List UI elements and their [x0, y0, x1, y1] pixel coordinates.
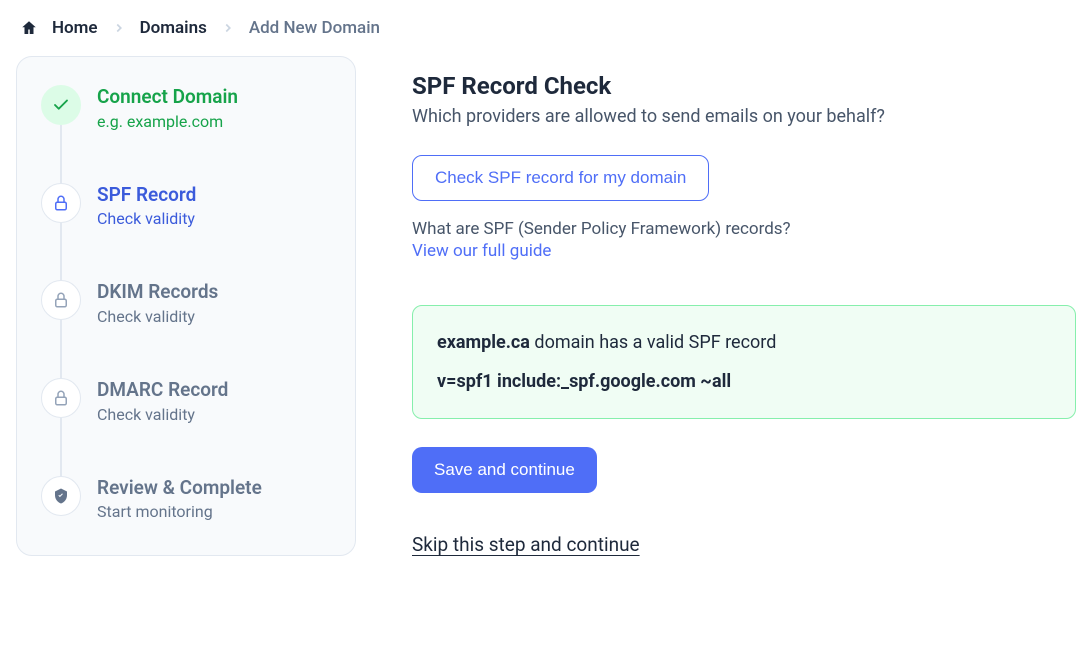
- step-connector: [60, 418, 62, 480]
- skip-step-link[interactable]: Skip this step and continue: [412, 533, 640, 556]
- step-subtitle: Check validity: [97, 209, 196, 228]
- stepper-sidebar: Connect Domain e.g. example.com SPF Reco…: [16, 56, 356, 556]
- breadcrumb-domains[interactable]: Domains: [140, 18, 207, 38]
- step-subtitle: Check validity: [97, 405, 228, 424]
- guide-link[interactable]: View our full guide: [412, 241, 551, 261]
- step-review-complete[interactable]: Review & Complete Start monitoring: [41, 476, 331, 522]
- lock-icon: [41, 280, 81, 320]
- spf-result-box: example.ca domain has a valid SPF record…: [412, 305, 1076, 419]
- chevron-right-icon: [221, 21, 235, 35]
- step-connect-domain[interactable]: Connect Domain e.g. example.com: [41, 85, 331, 183]
- helper-text: What are SPF (Sender Policy Framework) r…: [412, 219, 1076, 239]
- step-connector: [60, 320, 62, 382]
- save-continue-button[interactable]: Save and continue: [412, 447, 597, 493]
- step-title: Connect Domain: [97, 85, 238, 110]
- step-connector: [60, 125, 62, 187]
- step-dkim-records[interactable]: DKIM Records Check validity: [41, 280, 331, 378]
- main-panel: SPF Record Check Which providers are all…: [412, 56, 1076, 556]
- shield-icon: [41, 476, 81, 516]
- result-record: v=spf1 include:_spf.google.com ~all: [437, 371, 1051, 392]
- step-dmarc-record[interactable]: DMARC Record Check validity: [41, 378, 331, 476]
- step-title: Review & Complete: [97, 476, 262, 501]
- chevron-right-icon: [112, 21, 126, 35]
- result-suffix: domain has a valid SPF record: [530, 332, 776, 353]
- lock-icon: [41, 378, 81, 418]
- step-title: DKIM Records: [97, 280, 218, 305]
- result-domain: example.ca: [437, 332, 530, 353]
- step-title: DMARC Record: [97, 378, 228, 403]
- lock-icon: [41, 183, 81, 223]
- breadcrumb-home[interactable]: Home: [52, 18, 98, 38]
- page-title: SPF Record Check: [412, 72, 1076, 100]
- check-icon: [41, 85, 81, 125]
- step-title: SPF Record: [97, 183, 196, 208]
- step-subtitle: Start monitoring: [97, 502, 262, 521]
- step-spf-record[interactable]: SPF Record Check validity: [41, 183, 331, 281]
- breadcrumb-current: Add New Domain: [249, 18, 380, 38]
- step-connector: [60, 223, 62, 285]
- step-subtitle: e.g. example.com: [97, 112, 238, 131]
- step-subtitle: Check validity: [97, 307, 218, 326]
- breadcrumb: Home Domains Add New Domain: [0, 0, 1092, 56]
- page-subtitle: Which providers are allowed to send emai…: [412, 106, 1076, 127]
- check-spf-button[interactable]: Check SPF record for my domain: [412, 155, 709, 201]
- result-message: example.ca domain has a valid SPF record: [437, 332, 1051, 353]
- home-icon: [20, 19, 38, 37]
